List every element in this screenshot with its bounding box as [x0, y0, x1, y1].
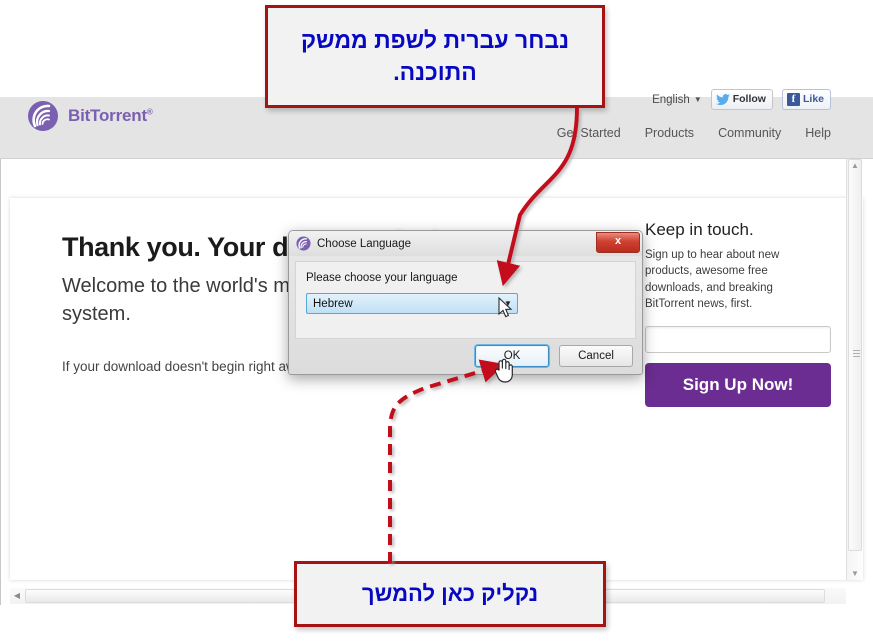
dialog-prompt-label: Please choose your language	[306, 272, 458, 284]
scroll-left-icon[interactable]: ◀	[11, 590, 23, 602]
facebook-like-label: Like	[802, 93, 824, 105]
close-icon[interactable]: x	[596, 232, 640, 253]
sidebar-description: Sign up to hear about new products, awes…	[645, 249, 780, 310]
facebook-icon: f	[786, 93, 800, 106]
scrollbar-grip-icon	[853, 350, 860, 357]
keep-in-touch-panel: Keep in touch. Sign up to hear about new…	[645, 220, 845, 408]
primary-nav: Get Started Products Community Help	[557, 126, 831, 140]
callout-bottom: נקליק כאן להמשך	[294, 561, 606, 627]
dialog-titlebar[interactable]: Choose Language x	[289, 231, 642, 256]
callout-top: נבחר עברית לשפת ממשק התוכנה.	[265, 5, 605, 108]
twitter-follow-label: Follow	[732, 93, 766, 105]
choose-language-dialog: Choose Language x Please choose your lan…	[288, 230, 643, 375]
language-dropdown[interactable]: Hebrew ▼	[306, 293, 518, 314]
facebook-like-button[interactable]: f Like	[781, 89, 831, 110]
utility-bar: English ▼ Follow f Like	[652, 89, 831, 110]
nav-item-community[interactable]: Community	[718, 126, 781, 140]
twitter-follow-button[interactable]: Follow	[710, 89, 773, 110]
logo-wordmark: BitTorrent®	[68, 106, 153, 125]
scroll-up-icon[interactable]: ▲	[849, 160, 861, 171]
nav-item-products[interactable]: Products	[645, 126, 694, 140]
dialog-app-icon	[296, 236, 311, 251]
language-dropdown-value: Hebrew	[313, 297, 353, 310]
language-label: English	[652, 93, 690, 106]
dialog-body: Please choose your language Hebrew ▼	[295, 261, 636, 339]
mouse-cursor-arrow	[498, 297, 513, 318]
mouse-cursor-hand	[494, 358, 513, 383]
dialog-title: Choose Language	[317, 237, 411, 250]
logo-trademark: ®	[146, 107, 153, 117]
chevron-down-icon: ▼	[693, 95, 702, 104]
screenshot-root: BitTorrent® English ▼ Follow f Like Get …	[0, 0, 873, 643]
vertical-scrollbar[interactable]: ▲ ▼	[846, 159, 863, 580]
vertical-scrollbar-thumb[interactable]	[848, 159, 862, 551]
sidebar-title: Keep in touch.	[645, 220, 754, 239]
email-field[interactable]	[645, 326, 831, 354]
bittorrent-logo[interactable]: BitTorrent®	[27, 100, 153, 132]
cancel-button[interactable]: Cancel	[559, 345, 633, 367]
nav-item-get-started[interactable]: Get Started	[557, 126, 621, 140]
scroll-down-icon[interactable]: ▼	[849, 568, 861, 579]
language-selector[interactable]: English ▼	[652, 94, 702, 106]
bittorrent-logo-icon	[28, 101, 58, 131]
sign-up-button[interactable]: Sign Up Now!	[645, 363, 831, 408]
nav-item-help[interactable]: Help	[805, 126, 831, 140]
twitter-icon	[715, 94, 730, 105]
